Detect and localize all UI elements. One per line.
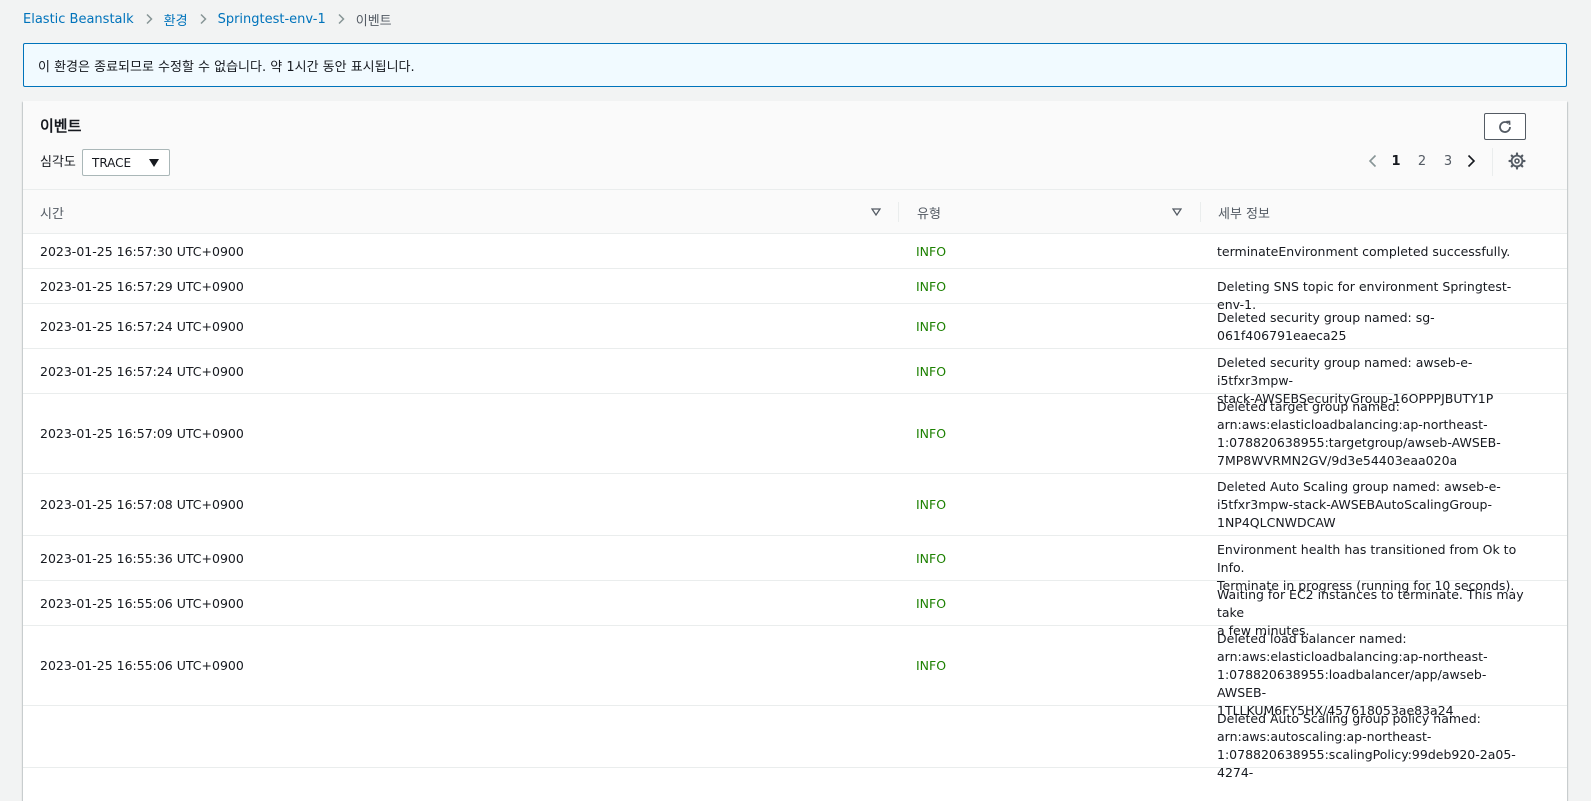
breadcrumb-environments[interactable]: 환경: [164, 10, 188, 29]
event-type: INFO: [916, 595, 947, 611]
events-panel: 이벤트 심각도 TRACE 1 2 3 시간 유형 세부 정보 2023-01-…: [23, 101, 1567, 801]
chevron-right-icon: [1467, 154, 1476, 168]
column-header-time[interactable]: 시간: [40, 190, 64, 234]
event-details-line: terminateEnvironment completed successfu…: [1217, 243, 1511, 259]
event-type: INFO: [916, 550, 947, 566]
events-table-body: 2023-01-25 16:57:30 UTC+0900 INFO terminat…: [23, 234, 1567, 780]
event-type: INFO: [916, 243, 947, 259]
table-row: Deleted Auto Scaling group policy named:…: [23, 706, 1567, 780]
event-type: INFO: [916, 658, 947, 673]
next-page-button[interactable]: [1461, 149, 1481, 173]
event-details: Deleted Auto Scaling group policy named:…: [1217, 710, 1527, 782]
sort-icon[interactable]: [1172, 207, 1182, 217]
events-table-header: 시간 유형 세부 정보: [23, 190, 1567, 234]
event-details-line: Deleted load balancer named:: [1217, 631, 1407, 646]
event-details-line: 1:078820638955:targetgroup/awseb-AWSEB-: [1217, 435, 1501, 450]
breadcrumb: Elastic Beanstalk 환경 Springtest-env-1 이벤…: [23, 9, 392, 29]
page-2-button[interactable]: 2: [1409, 154, 1435, 169]
event-details-line: 1NP4QLCNWDCAW: [1217, 515, 1336, 530]
event-details-line: arn:aws:elasticloadbalancing:ap-northeas…: [1217, 417, 1488, 432]
refresh-button[interactable]: [1484, 113, 1526, 140]
event-time: 2023-01-25 16:57:08 UTC+0900: [40, 497, 244, 512]
event-type: INFO: [916, 497, 947, 512]
table-row: 2023-01-25 16:57:29 UTC+0900 INFO Deleting…: [23, 269, 1567, 312]
chevron-left-icon: [1368, 154, 1377, 168]
chevron-right-icon: [193, 9, 213, 29]
severity-label: 심각도: [40, 155, 76, 170]
event-details-line: Deleted security group named: sg-: [1217, 309, 1435, 325]
page-1-button[interactable]: 1: [1383, 154, 1409, 169]
refresh-icon: [1499, 120, 1511, 133]
caret-down-icon: [149, 159, 159, 167]
column-divider: [898, 202, 899, 222]
breadcrumb-current: 이벤트: [355, 13, 392, 29]
event-details: Deleted security group named: sg- 061f406…: [1217, 309, 1527, 345]
settings-gear-icon[interactable]: [1508, 152, 1526, 170]
table-row: 2023-01-25 16:57:24 UTC+0900 INFO Deleted …: [23, 304, 1567, 349]
event-time: 2023-01-25 16:55:06 UTC+0900: [40, 658, 244, 673]
event-details-line: arn:aws:autoscaling:ap-northeast-: [1217, 729, 1432, 744]
event-details-line: Deleted Auto Scaling group named: awseb-…: [1217, 479, 1501, 494]
event-details-line: Deleted Auto Scaling group policy named:: [1217, 711, 1481, 726]
events-panel-header: 이벤트 심각도 TRACE 1 2 3: [23, 101, 1567, 190]
event-time: 2023-01-25 16:55:36 UTC+0900: [40, 550, 244, 566]
event-details: Deleted Auto Scaling group named: awseb-…: [1217, 478, 1527, 532]
table-row: 2023-01-25 16:55:06 UTC+0900 INFO Deleted …: [23, 626, 1567, 718]
panel-title: 이벤트: [40, 117, 82, 135]
event-time: 2023-01-25 16:55:06 UTC+0900: [40, 595, 244, 611]
table-row: 2023-01-25 16:57:08 UTC+0900 INFO Deleted …: [23, 474, 1567, 536]
event-details: Deleted target group named: arn:aws:elast…: [1217, 398, 1527, 470]
event-type: INFO: [916, 426, 947, 441]
flash-message: 이 환경은 종료되므로 수정할 수 없습니다. 약 1시간 동안 표시됩니다.: [38, 59, 415, 75]
info-flashbar: 이 환경은 종료되므로 수정할 수 없습니다. 약 1시간 동안 표시됩니다.: [23, 43, 1567, 87]
severity-value: TRACE: [92, 155, 132, 170]
breadcrumb-elastic-beanstalk[interactable]: Elastic Beanstalk: [23, 12, 134, 27]
event-details-line: Environment health has transitioned from…: [1217, 541, 1517, 575]
table-row: 2023-01-25 16:55:36 UTC+0900 INFO Environm…: [23, 536, 1567, 593]
event-time: 2023-01-25 16:57:09 UTC+0900: [40, 426, 244, 441]
column-header-type[interactable]: 유형: [917, 190, 941, 234]
event-time: 2023-01-25 16:57:24 UTC+0900: [40, 318, 244, 334]
event-details-line: arn:aws:elasticloadbalancing:ap-northeas…: [1217, 649, 1488, 664]
event-details-line: 1:078820638955:loadbalancer/app/awseb-AW…: [1217, 667, 1487, 700]
pagination-divider: [1492, 148, 1493, 176]
previous-page-button[interactable]: [1363, 149, 1383, 173]
event-time: 2023-01-25 16:57:30 UTC+0900: [40, 243, 244, 259]
event-details-line: 1:078820638955:scalingPolicy:99deb920-2a…: [1217, 747, 1516, 780]
event-type: INFO: [916, 278, 947, 294]
event-type: INFO: [916, 363, 947, 379]
event-details-line: Deleted target group named:: [1217, 399, 1400, 414]
event-details-line: Waiting for EC2 instances to terminate. …: [1217, 586, 1524, 620]
pagination: 1 2 3: [1363, 149, 1481, 173]
event-details: terminateEnvironment completed successfu…: [1217, 243, 1527, 261]
event-details-line: 7MP8WVRMN2GV/9d3e54403eaa020a: [1217, 453, 1458, 468]
chevron-right-icon: [139, 9, 159, 29]
sort-icon[interactable]: [871, 207, 881, 217]
table-row: 2023-01-25 16:57:24 UTC+0900 INFO Deleted …: [23, 349, 1567, 406]
event-time: 2023-01-25 16:57:29 UTC+0900: [40, 278, 244, 294]
table-row: 2023-01-25 16:57:30 UTC+0900 INFO terminat…: [23, 234, 1567, 269]
page-3-button[interactable]: 3: [1435, 154, 1461, 169]
breadcrumb-environment-name[interactable]: Springtest-env-1: [218, 12, 326, 27]
event-details-line: 061f406791eaeca25: [1217, 327, 1347, 343]
column-header-details: 세부 정보: [1218, 206, 1270, 222]
event-details-line: Deleted security group named: awseb-e-i5…: [1217, 354, 1473, 388]
chevron-right-icon: [331, 9, 351, 29]
table-row: 2023-01-25 16:55:06 UTC+0900 INFO Waiting …: [23, 581, 1567, 638]
event-type: INFO: [916, 318, 947, 334]
event-time: 2023-01-25 16:57:24 UTC+0900: [40, 363, 244, 379]
severity-select[interactable]: TRACE: [82, 149, 170, 176]
column-divider: [1200, 202, 1201, 222]
table-row: 2023-01-25 16:57:09 UTC+0900 INFO Deleted …: [23, 394, 1567, 474]
event-details-line: i5tfxr3mpw-stack-AWSEBAutoScalingGroup-: [1217, 497, 1492, 512]
